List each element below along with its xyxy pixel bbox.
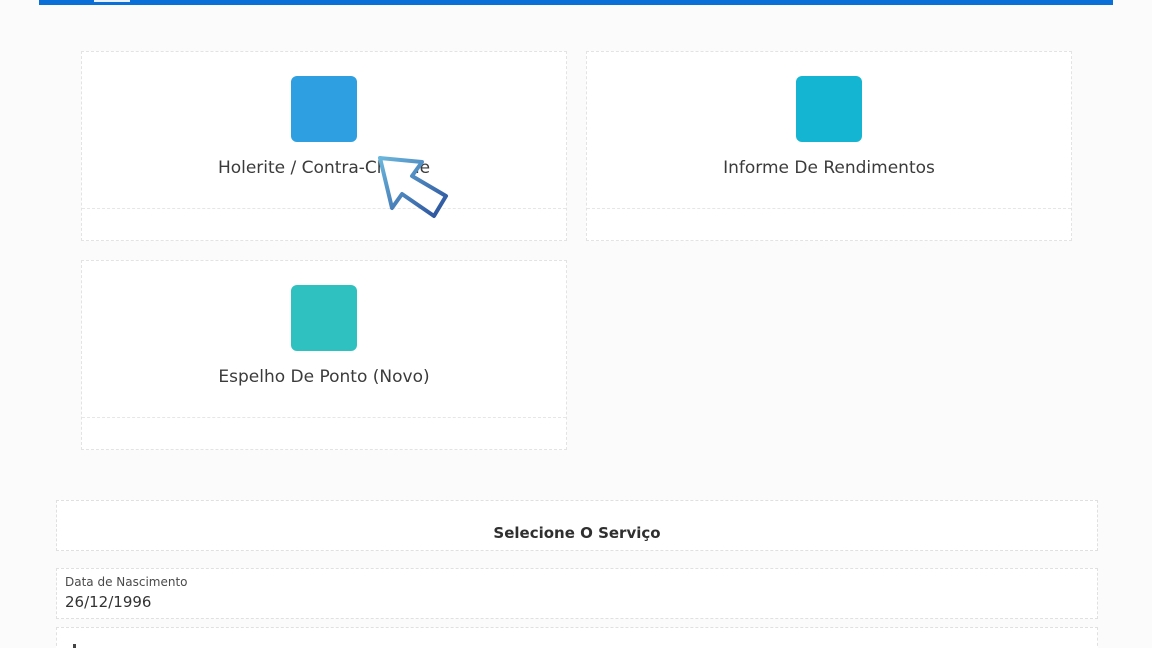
birth-date-input[interactable]: [65, 593, 665, 611]
next-field-container[interactable]: [56, 627, 1098, 648]
top-bar: [39, 0, 1113, 5]
top-bar-tab-indicator: [94, 0, 130, 2]
card-body: Holerite / Contra-Cheque: [82, 52, 566, 209]
card-title: Espelho De Ponto (Novo): [218, 367, 430, 387]
card-holerite[interactable]: Holerite / Contra-Cheque: [81, 51, 567, 241]
field-icon: [73, 644, 76, 648]
card-informe-rendimentos[interactable]: Informe De Rendimentos: [586, 51, 1072, 241]
birth-date-label: Data de Nascimento: [65, 575, 188, 589]
birth-date-field-container[interactable]: Data de Nascimento: [56, 568, 1098, 619]
card-espelho-ponto[interactable]: Espelho De Ponto (Novo): [81, 260, 567, 450]
clock-icon: [291, 285, 357, 351]
card-title: Informe De Rendimentos: [723, 158, 935, 178]
card-title: Holerite / Contra-Cheque: [217, 158, 431, 178]
card-body: Informe De Rendimentos: [587, 52, 1071, 209]
service-title: Selecione O Serviço: [493, 524, 661, 542]
service-selector: Selecione O Serviço: [56, 500, 1098, 551]
document-icon: [291, 76, 357, 142]
page: Holerite / Contra-Cheque Informe De Rend…: [0, 0, 1152, 648]
report-icon: [796, 76, 862, 142]
card-body: Espelho De Ponto (Novo): [82, 261, 566, 418]
